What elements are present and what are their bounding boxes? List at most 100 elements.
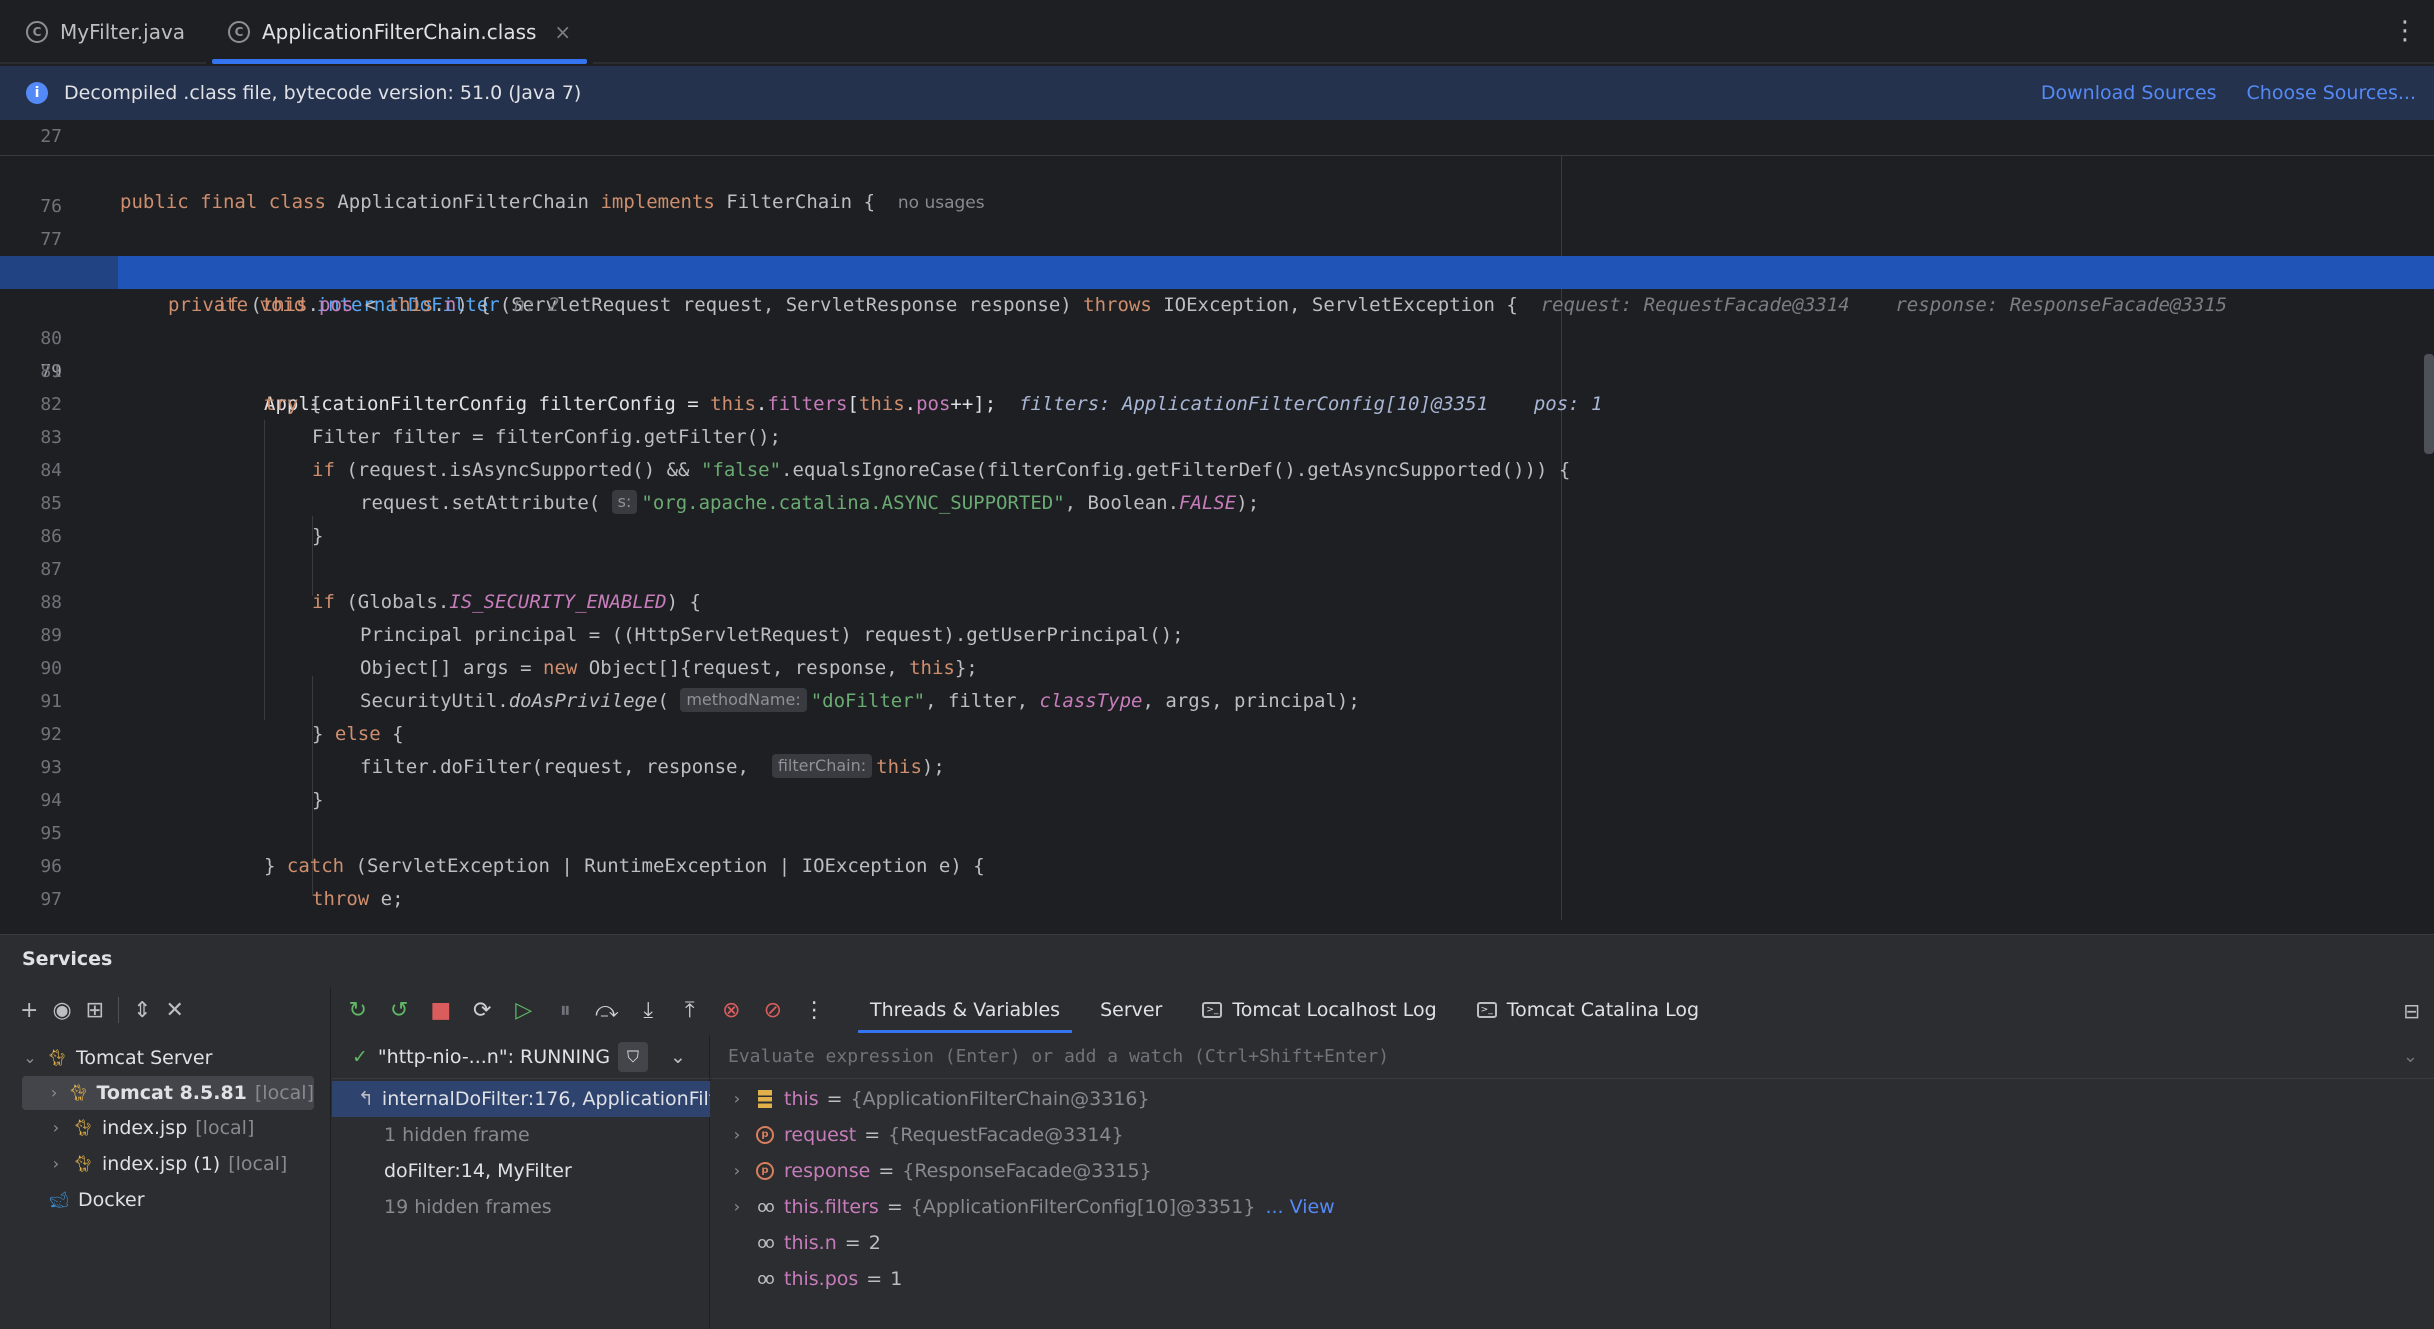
code-line[interactable]: 83 if (request.isAsyncSupported() && "fa… bbox=[0, 388, 2434, 481]
decompiled-banner: i Decompiled .class file, bytecode versi… bbox=[0, 66, 2434, 120]
layout-icon[interactable]: ⊟ bbox=[2403, 999, 2420, 1023]
tab-label: Tomcat Localhost Log bbox=[1232, 999, 1437, 1021]
new-group-icon[interactable]: ⊞ bbox=[86, 998, 104, 1023]
tree-node-index-jsp-1[interactable]: › 🐈︎ index.jsp (1) [local] bbox=[48, 1147, 288, 1181]
expand-all-icon[interactable]: ⇕ bbox=[133, 998, 151, 1023]
download-sources-link[interactable]: Download Sources bbox=[2041, 82, 2217, 104]
chevron-down-icon[interactable]: ⌄ bbox=[2403, 1035, 2418, 1079]
resume-icon[interactable]: ▷ bbox=[512, 998, 536, 1023]
code-line[interactable]: 82 Filter filter = filterConfig.getFilte… bbox=[0, 355, 2434, 448]
tab-threads-variables[interactable]: Threads & Variables bbox=[850, 987, 1080, 1033]
tree-node-label: Tomcat Server bbox=[76, 1047, 213, 1069]
rerun-debug-icon[interactable]: ↺ bbox=[388, 998, 412, 1023]
current-execution-line[interactable]: 79 ApplicationFilterConfig filterConfig … bbox=[0, 256, 2434, 415]
variable-row[interactable]: › p response = {ResponseFacade@3315} bbox=[722, 1153, 1152, 1189]
code-line[interactable]: 98 Throwable res = ExceptionUtils.unwrap… bbox=[0, 883, 2434, 916]
pause-icon[interactable]: ⏸ bbox=[554, 998, 578, 1023]
sticky-scroll-line[interactable]: 27 public final class ApplicationFilterC… bbox=[0, 120, 2434, 213]
usage-hint: no usages bbox=[897, 193, 985, 213]
more-vertical-icon[interactable]: ⋮ bbox=[2392, 16, 2418, 46]
variables-pane: Evaluate expression (Enter) or add a wat… bbox=[712, 1035, 2434, 1329]
editor-tab-bar: C MyFilter.java C ApplicationFilterChain… bbox=[0, 0, 2434, 64]
code-line[interactable]: 91 } else { bbox=[0, 652, 2434, 745]
tree-node-tomcat-server[interactable]: ⌄ 🐈︎ Tomcat Server bbox=[22, 1041, 212, 1075]
editor-scrollbar[interactable] bbox=[2424, 354, 2434, 454]
chevron-down-icon[interactable]: ⌄ bbox=[670, 1046, 686, 1068]
variable-row[interactable]: oo this.pos = 1 bbox=[752, 1261, 902, 1297]
stack-frame[interactable]: doFilter:14, MyFilter bbox=[332, 1153, 710, 1189]
chevron-right-icon[interactable]: › bbox=[722, 1189, 752, 1225]
frame-label: 1 hidden frame bbox=[384, 1124, 530, 1146]
code-line[interactable]: 92 filter.doFilter(request, response, fi… bbox=[0, 685, 2434, 778]
parameter-icon: p bbox=[756, 1162, 774, 1180]
evaluate-expression-input[interactable]: Evaluate expression (Enter) or add a wat… bbox=[712, 1035, 2434, 1079]
variable-row[interactable]: › this = {ApplicationFilterChain@3316} bbox=[722, 1081, 1150, 1117]
code-line[interactable]: 85 } bbox=[0, 454, 2434, 547]
tab-tomcat-localhost-log[interactable]: >_ Tomcat Localhost Log bbox=[1182, 987, 1456, 1033]
variable-row[interactable]: › oo this.filters = {ApplicationFilterCo… bbox=[722, 1189, 1335, 1225]
panel-title: Services bbox=[22, 948, 113, 970]
rerun-icon[interactable]: ↻ bbox=[346, 998, 370, 1023]
code-line[interactable]: 93 } bbox=[0, 718, 2434, 811]
code-line[interactable]: 88 Principal principal = ((HttpServletRe… bbox=[0, 553, 2434, 646]
terminal-icon: >_ bbox=[1202, 1002, 1223, 1018]
chevron-down-icon[interactable]: ⌄ bbox=[22, 1041, 38, 1075]
tab-applicationfilterchain[interactable]: C ApplicationFilterChain.class × bbox=[206, 0, 594, 64]
variable-row[interactable]: › p request = {RequestFacade@3314} bbox=[722, 1117, 1124, 1153]
code-line[interactable]: 84 request.setAttribute( s: "org.apache.c… bbox=[0, 421, 2434, 514]
tab-tomcat-catalina-log[interactable]: >_ Tomcat Catalina Log bbox=[1457, 987, 1719, 1033]
step-over-icon[interactable]: ⤼ bbox=[595, 998, 619, 1023]
code-editor[interactable]: 27 public final class ApplicationFilterC… bbox=[0, 120, 2434, 920]
chevron-right-icon[interactable]: › bbox=[48, 1147, 64, 1181]
variable-row[interactable]: oo this.n = 2 bbox=[752, 1225, 881, 1261]
code-line[interactable]: 96 throw e; bbox=[0, 817, 2434, 910]
tree-node-index-jsp[interactable]: › 🐈︎ index.jsp [local] bbox=[48, 1111, 255, 1145]
stack-frame[interactable]: ↰ internalDoFilter:176, ApplicationFilter bbox=[332, 1081, 710, 1117]
code-line[interactable]: 89 Object[] args = new Object[]{request,… bbox=[0, 586, 2434, 679]
debugger-toolbar: ↻ ↺ ■ ⟳ ▷ ⏸ ⤼ ⤓ ⤒ ⊗ ⊘ ⋮ bbox=[346, 987, 826, 1033]
thread-selector[interactable]: ✓ "http-nio-...n": RUNNING ⛉ ⌄ bbox=[332, 1035, 710, 1079]
stop-icon[interactable]: ■ bbox=[429, 998, 453, 1023]
tab-server[interactable]: Server bbox=[1080, 987, 1182, 1033]
step-into-icon[interactable]: ⤓ bbox=[637, 998, 661, 1023]
step-out-icon[interactable]: ⤒ bbox=[678, 998, 702, 1023]
view-breakpoints-icon[interactable]: ⊗ bbox=[720, 998, 744, 1023]
frame-label: internalDoFilter:176, ApplicationFilter bbox=[381, 1088, 710, 1110]
code-line[interactable]: 81 try { bbox=[0, 322, 2434, 415]
tree-node-tomcat-instance[interactable]: › 🐈︎ Tomcat 8.5.81 [local] bbox=[22, 1076, 314, 1110]
tab-myfilter[interactable]: C MyFilter.java bbox=[4, 0, 207, 64]
code-line[interactable]: 78 if (this.pos < this.n) { n: 2 bbox=[0, 223, 2434, 316]
chevron-right-icon[interactable]: › bbox=[722, 1117, 752, 1153]
view-link[interactable]: ... View bbox=[1265, 1189, 1334, 1225]
hidden-frames[interactable]: 1 hidden frame bbox=[332, 1117, 710, 1153]
code-line[interactable]: 86 bbox=[0, 487, 2434, 547]
variable-value: {ApplicationFilterConfig[10]@3351} bbox=[910, 1196, 1256, 1218]
add-service-icon[interactable]: + bbox=[20, 998, 38, 1023]
collapse-all-icon[interactable]: ✕ bbox=[166, 998, 184, 1023]
tree-node-docker[interactable]: 🐋︎ Docker bbox=[48, 1183, 145, 1217]
eye-icon[interactable]: ◉ bbox=[52, 998, 71, 1023]
close-icon[interactable]: × bbox=[554, 20, 571, 44]
code-line[interactable]: 87 if (Globals.IS_SECURITY_ENABLED) { bbox=[0, 520, 2434, 613]
tomcat-icon: 🐈︎ bbox=[46, 1048, 68, 1067]
restart-icon[interactable]: ⟳ bbox=[471, 998, 495, 1023]
code-line[interactable]: 97 } catch (Throwable e) { bbox=[0, 850, 2434, 910]
chevron-right-icon[interactable]: › bbox=[48, 1111, 64, 1145]
chevron-right-icon[interactable]: › bbox=[722, 1153, 752, 1189]
mute-breakpoints-icon[interactable]: ⊘ bbox=[761, 998, 785, 1023]
tree-node-tag: [local] bbox=[195, 1117, 255, 1139]
hidden-frames[interactable]: 19 hidden frames bbox=[332, 1189, 710, 1225]
more-vertical-icon[interactable]: ⋮ bbox=[803, 998, 827, 1023]
chevron-right-icon[interactable]: › bbox=[48, 1076, 60, 1110]
filter-icon[interactable]: ⛉ bbox=[618, 1041, 648, 1072]
tree-node-tag: [local] bbox=[228, 1153, 288, 1175]
code-line[interactable]: 80 bbox=[0, 289, 2434, 349]
line-number: 98 bbox=[0, 916, 62, 920]
chevron-right-icon[interactable]: › bbox=[722, 1081, 752, 1117]
thread-label: "http-nio-...n": RUNNING bbox=[377, 1045, 611, 1068]
code-line[interactable]: 94 bbox=[0, 751, 2434, 811]
panel-divider[interactable] bbox=[330, 987, 331, 1329]
code-line[interactable]: 95 } catch (ServletException | RuntimeEx… bbox=[0, 784, 2434, 877]
choose-sources-link[interactable]: Choose Sources... bbox=[2247, 82, 2416, 104]
code-line[interactable]: 90 SecurityUtil.doAsPrivilege( methodNam… bbox=[0, 619, 2434, 712]
